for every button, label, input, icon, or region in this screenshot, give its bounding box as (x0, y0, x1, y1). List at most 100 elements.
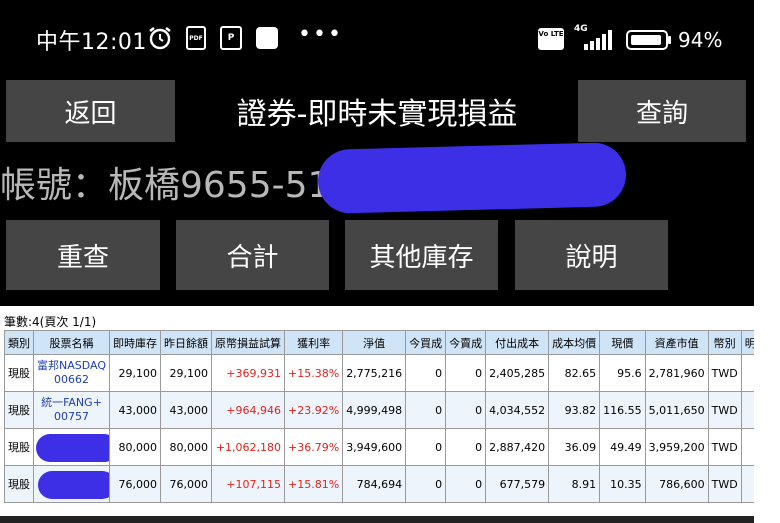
cell-sell-today: 0 (445, 391, 487, 429)
stock-code: 00757 (54, 410, 89, 423)
cell-pnl: +1,062,180 (211, 428, 286, 466)
status-bar: 中午12:01 PDF P ••• Vo LTE 4G 94% (0, 0, 754, 70)
cell-detail[interactable] (740, 465, 754, 503)
cell-net: 2,775,216 (342, 354, 407, 392)
table-row[interactable]: 現股 76,000 76,000 +107,115 +15.81% 784,69… (4, 465, 754, 503)
cell-buy-today: 0 (405, 465, 447, 503)
cell-kind: 現股 (4, 465, 34, 503)
cell-avg-cost: 93.82 (548, 391, 601, 429)
cell-avg-cost: 36.09 (548, 428, 601, 466)
cell-stock-name-redacted[interactable] (32, 465, 111, 503)
cell-prev-bal: 76,000 (160, 465, 213, 503)
account-redaction (317, 141, 627, 215)
cell-pnl: +964,946 (211, 391, 286, 429)
cell-stock-name[interactable]: 富邦NASDAQ 00662 (32, 354, 111, 392)
cell-currency: TWD (707, 354, 742, 392)
cell-cost: 4,034,552 (485, 391, 550, 429)
cell-prev-bal: 43,000 (160, 391, 213, 429)
cell-rt-qty: 76,000 (109, 465, 162, 503)
cell-buy-today: 0 (405, 391, 447, 429)
cell-sell-today: 0 (445, 428, 487, 466)
cell-buy-today: 0 (405, 354, 447, 392)
square-icon (256, 27, 278, 49)
col-header: 今賣成 (445, 330, 487, 355)
col-header: 現價 (599, 330, 646, 355)
cell-kind: 現股 (4, 354, 34, 392)
app-screen: 中午12:01 PDF P ••• Vo LTE 4G 94% 返回 證券-即時… (0, 0, 754, 523)
cell-rate: +36.79% (284, 428, 344, 466)
cell-cost: 2,887,420 (485, 428, 550, 466)
side-margin (754, 0, 780, 523)
volte-icon: Vo LTE (538, 28, 564, 50)
cell-rate: +15.38% (284, 354, 344, 392)
cell-market-value: 3,959,200 (644, 428, 709, 466)
cell-rate: +15.81% (284, 465, 344, 503)
table-row[interactable]: 現股 富邦NASDAQ 00662 29,100 29,100 +369,931 … (4, 354, 754, 392)
record-count: 筆數:4(頁次 1/1) (4, 315, 97, 329)
table-row[interactable]: 現股 80,000 80,000 +1,062,180 +36.79% 3,94… (4, 428, 754, 466)
col-header: 付出成本 (485, 330, 550, 355)
alarm-icon (147, 26, 173, 50)
other-inventory-button[interactable]: 其他庫存 (345, 220, 498, 290)
col-header: 成本均價 (548, 330, 601, 355)
cell-price: 10.35 (599, 465, 646, 503)
cell-rt-qty: 43,000 (109, 391, 162, 429)
cell-price: 116.55 (599, 391, 646, 429)
cell-buy-today: 0 (405, 428, 447, 466)
col-header: 幣別 (707, 330, 742, 355)
cell-price: 49.49 (599, 428, 646, 466)
cell-detail[interactable] (740, 428, 754, 466)
account-number: 帳號：板橋9655-51 (0, 165, 331, 206)
cell-rate: +23.92% (284, 391, 344, 429)
cell-pnl: +369,931 (211, 354, 286, 392)
name-redaction (36, 434, 109, 462)
cell-market-value: 5,011,650 (644, 391, 709, 429)
query-button[interactable]: 查詢 (578, 80, 746, 142)
cell-rt-qty: 80,000 (109, 428, 162, 466)
cell-net: 784,694 (342, 465, 407, 503)
cell-rt-qty: 29,100 (109, 354, 162, 392)
cell-currency: TWD (707, 428, 742, 466)
table-row[interactable]: 現股 統一FANG+ 00757 43,000 43,000 +964,946 +… (4, 391, 754, 429)
col-header: 明細 (740, 330, 754, 355)
holdings-panel: 筆數:4(頁次 1/1) 類別 股票名稱 即時庫存 昨日餘額 原幣損益試算 獲利… (0, 306, 754, 516)
status-time: 中午12:01 (36, 30, 147, 55)
cell-kind: 現股 (4, 391, 34, 429)
cell-stock-name-redacted[interactable] (32, 428, 111, 466)
name-redaction (38, 471, 109, 499)
cell-currency: TWD (707, 391, 742, 429)
cell-detail[interactable] (740, 354, 754, 392)
battery-cap (668, 36, 671, 44)
col-header: 類別 (4, 330, 34, 355)
col-header: 淨值 (342, 330, 407, 355)
cell-prev-bal: 80,000 (160, 428, 213, 466)
cell-pnl: +107,115 (211, 465, 286, 503)
battery-percent: 94% (678, 28, 723, 52)
col-header: 即時庫存 (109, 330, 162, 355)
cell-sell-today: 0 (445, 465, 487, 503)
recheck-button[interactable]: 重查 (6, 220, 160, 290)
help-button[interactable]: 說明 (515, 220, 668, 290)
cell-avg-cost: 82.65 (548, 354, 601, 392)
col-header: 今買成 (405, 330, 447, 355)
p-icon: P (220, 26, 242, 50)
back-button[interactable]: 返回 (6, 80, 175, 142)
cell-currency: TWD (707, 465, 742, 503)
cell-avg-cost: 8.91 (548, 465, 601, 503)
stock-name: 富邦NASDAQ (37, 359, 107, 372)
cell-detail[interactable] (740, 391, 754, 429)
battery-fill (631, 35, 661, 45)
pdf-icon: PDF (186, 26, 206, 50)
bottom-bar (0, 516, 754, 523)
cell-market-value: 786,600 (644, 465, 709, 503)
total-button[interactable]: 合計 (176, 220, 329, 290)
cell-net: 3,949,600 (342, 428, 407, 466)
cell-prev-bal: 29,100 (160, 354, 213, 392)
table-header-row: 類別 股票名稱 即時庫存 昨日餘額 原幣損益試算 獲利率 淨值 今買成 今賣成 … (4, 330, 754, 355)
cell-net: 4,999,498 (342, 391, 407, 429)
cell-sell-today: 0 (445, 354, 487, 392)
cell-stock-name[interactable]: 統一FANG+ 00757 (32, 391, 111, 429)
cell-kind: 現股 (4, 428, 34, 466)
battery-icon (626, 30, 668, 50)
more-dots-icon: ••• (298, 22, 343, 47)
